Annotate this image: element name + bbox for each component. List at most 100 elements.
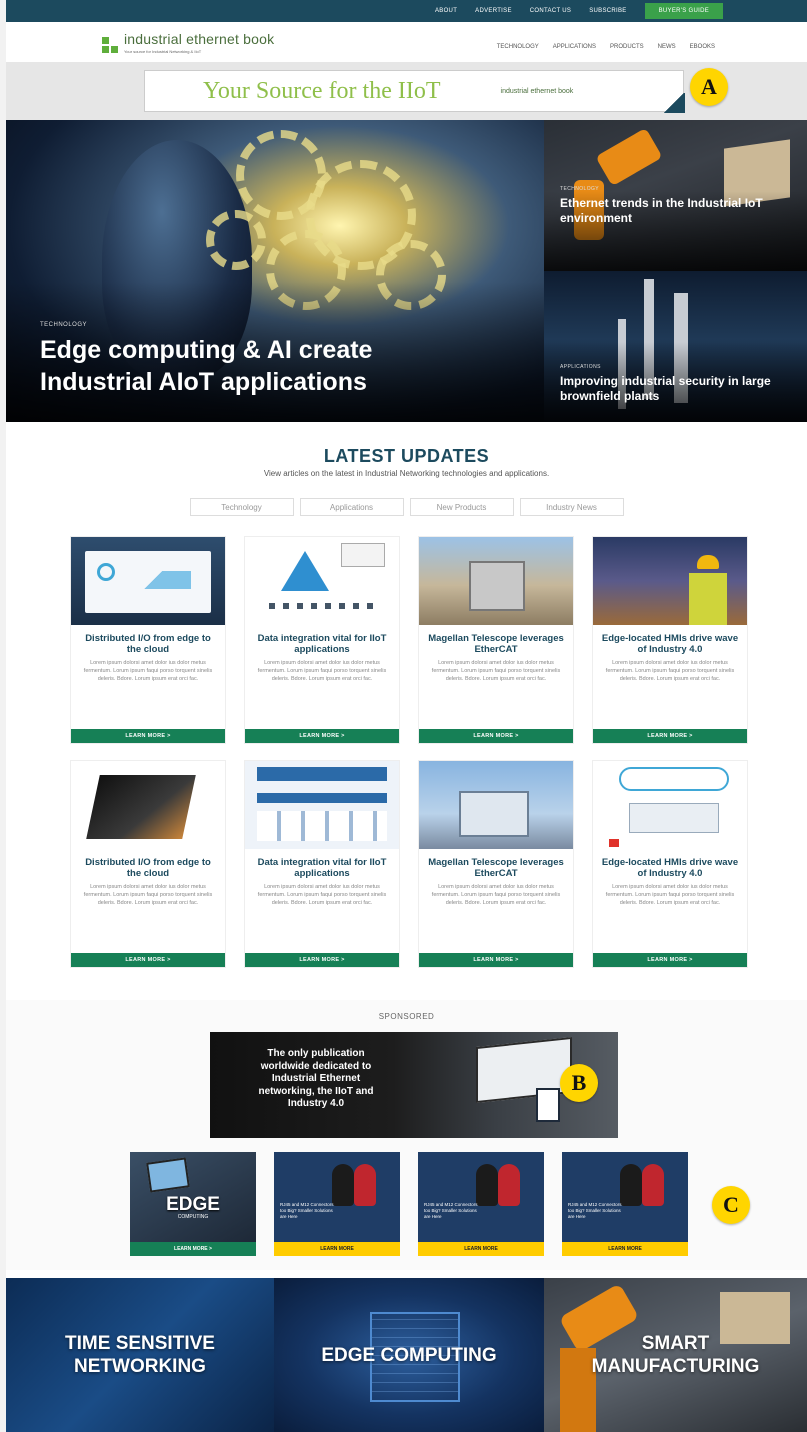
- ad-band: Your Source for the IIoT industrial ethe…: [6, 62, 807, 120]
- topbar-link-subscribe[interactable]: SUBSCRIBE: [589, 8, 626, 14]
- annotation-badge-a: A: [690, 68, 728, 106]
- nav-applications[interactable]: APPLICATIONS: [553, 44, 596, 50]
- sponsored-tile-connectors[interactable]: RJ45 and M12 Connectors too Big? Smaller…: [274, 1152, 400, 1256]
- annotation-badge-c: C: [712, 1186, 750, 1224]
- topic-tiles: TIME SENSITIVE NETWORKING EDGE COMPUTING …: [6, 1278, 807, 1432]
- tablet-image: [536, 1088, 560, 1122]
- category-filter-tabs: Technology Applications New Products Ind…: [6, 498, 807, 516]
- article-card[interactable]: Distributed I/O from edge to the cloud L…: [70, 536, 226, 744]
- sponsored-label: SPONSORED: [378, 1012, 435, 1021]
- topic-tile-smart-manufacturing[interactable]: SMART MANUFACTURING: [544, 1278, 807, 1432]
- learn-more-button[interactable]: LEARN MORE >: [130, 1242, 256, 1256]
- lab-thumbnail: [419, 761, 573, 849]
- hero-side-article-2[interactable]: APPLICATIONS Improving industrial securi…: [544, 271, 807, 422]
- hero-main-title[interactable]: Edge computing & AI create Industrial AI…: [40, 334, 440, 398]
- hero-side-category-2: APPLICATIONS: [560, 364, 601, 370]
- filter-applications[interactable]: Applications: [299, 498, 404, 516]
- article-card[interactable]: Edge-located HMIs drive wave of Industry…: [592, 760, 748, 968]
- cloud-diagram-thumbnail: [593, 761, 747, 849]
- nav-news[interactable]: NEWS: [658, 44, 676, 50]
- nav-products[interactable]: PRODUCTS: [610, 44, 644, 50]
- figure-image: [620, 1164, 642, 1206]
- learn-more-button[interactable]: LEARN MORE >: [71, 729, 225, 743]
- card-body: Lorem ipsum dolorsi amet dolor ius dolor…: [257, 884, 387, 906]
- site-header: industrial ethernet book Your source for…: [6, 22, 807, 62]
- learn-more-button[interactable]: LEARN MORE >: [71, 953, 225, 967]
- tile-big-text: EDGE: [166, 1194, 220, 1215]
- sponsored-tile-edge[interactable]: EDGE COMPUTING LEARN MORE >: [130, 1152, 256, 1256]
- buyers-guide-button[interactable]: BUYER'S GUIDE: [644, 3, 723, 19]
- learn-more-button[interactable]: LEARN MORE: [274, 1242, 400, 1256]
- site-logo[interactable]: industrial ethernet book Your source for…: [102, 31, 274, 54]
- topbar-link-contact[interactable]: CONTACT US: [530, 8, 571, 14]
- card-title[interactable]: Distributed I/O from edge to the cloud: [71, 633, 225, 655]
- network-diagram-thumbnail: [245, 537, 399, 625]
- ad-logo: industrial ethernet book: [500, 87, 574, 95]
- learn-more-button[interactable]: LEARN MORE >: [245, 729, 399, 743]
- sponsored-tiles: EDGE COMPUTING LEARN MORE > RJ45 and M12…: [130, 1152, 688, 1256]
- sponsored-banner[interactable]: The only publication worldwide dedicated…: [210, 1032, 618, 1138]
- io-module-thumbnail: [71, 761, 225, 849]
- latest-subtitle: View articles on the latest in Industria…: [263, 469, 550, 478]
- card-title[interactable]: Distributed I/O from edge to the cloud: [71, 857, 225, 879]
- card-title[interactable]: Magellan Telescope leverages EtherCAT: [419, 633, 573, 655]
- article-grid-row-2: Distributed I/O from edge to the cloud L…: [70, 760, 750, 968]
- hmi-worker-thumbnail: [593, 537, 747, 625]
- article-card[interactable]: Magellan Telescope leverages EtherCAT Lo…: [418, 760, 574, 968]
- tile-caption: RJ45 and M12 Connectors too Big? Smaller…: [280, 1202, 334, 1219]
- learn-more-button[interactable]: LEARN MORE >: [593, 953, 747, 967]
- filter-technology[interactable]: Technology: [189, 498, 294, 516]
- hero-main-category: TECHNOLOGY: [40, 322, 88, 328]
- filter-industry-news[interactable]: Industry News: [519, 498, 624, 516]
- hero-side-title-2[interactable]: Improving industrial security in large b…: [560, 374, 790, 404]
- hero-side-article-1[interactable]: TECHNOLOGY Ethernet trends in the Indust…: [544, 120, 807, 271]
- hero-side-title-1[interactable]: Ethernet trends in the Industrial IoT en…: [560, 196, 790, 226]
- hero-main-article[interactable]: TECHNOLOGY Edge computing & AI create In…: [6, 120, 544, 422]
- learn-more-button[interactable]: LEARN MORE >: [593, 729, 747, 743]
- topic-tile-tsn[interactable]: TIME SENSITIVE NETWORKING: [6, 1278, 274, 1432]
- nav-technology[interactable]: TECHNOLOGY: [497, 44, 539, 50]
- main-nav: TECHNOLOGY APPLICATIONS PRODUCTS NEWS EB…: [497, 44, 715, 50]
- article-card[interactable]: Data integration vital for IIoT applicat…: [244, 536, 400, 744]
- topbar-link-about[interactable]: ABOUT: [435, 8, 457, 14]
- dashboard-thumbnail: [71, 537, 225, 625]
- card-body: Lorem ipsum dolorsi amet dolor ius dolor…: [257, 660, 387, 682]
- topic-tile-edge-computing[interactable]: EDGE COMPUTING: [274, 1278, 544, 1432]
- learn-more-button[interactable]: LEARN MORE >: [419, 729, 573, 743]
- topic-tile-line1: TIME SENSITIVE: [65, 1333, 215, 1354]
- article-card[interactable]: Distributed I/O from edge to the cloud L…: [70, 760, 226, 968]
- learn-more-button[interactable]: LEARN MORE >: [245, 953, 399, 967]
- tablet-image: [146, 1157, 190, 1193]
- article-card[interactable]: Data integration vital for IIoT applicat…: [244, 760, 400, 968]
- card-title[interactable]: Edge-located HMIs drive wave of Industry…: [593, 633, 747, 655]
- topic-tile-line1: EDGE COMPUTING: [321, 1344, 497, 1366]
- nav-ebooks[interactable]: EBOOKS: [690, 44, 715, 50]
- card-title[interactable]: Data integration vital for IIoT applicat…: [245, 857, 399, 879]
- card-body: Lorem ipsum dolorsi amet dolor ius dolor…: [83, 660, 213, 682]
- latest-heading: LATEST UPDATES: [323, 446, 490, 466]
- card-body: Lorem ipsum dolorsi amet dolor ius dolor…: [605, 884, 735, 906]
- topbar-link-advertise[interactable]: ADVERTISE: [475, 8, 512, 14]
- card-title[interactable]: Data integration vital for IIoT applicat…: [245, 633, 399, 655]
- sponsored-tile-connectors[interactable]: RJ45 and M12 Connectors too Big? Smaller…: [562, 1152, 688, 1256]
- sponsored-tile-connectors[interactable]: RJ45 and M12 Connectors too Big? Smaller…: [418, 1152, 544, 1256]
- card-body: Lorem ipsum dolorsi amet dolor ius dolor…: [605, 660, 735, 682]
- learn-more-button[interactable]: LEARN MORE: [562, 1242, 688, 1256]
- topic-tile-line2: MANUFACTURING: [591, 1356, 760, 1377]
- card-title[interactable]: Edge-located HMIs drive wave of Industry…: [593, 857, 747, 879]
- gear-icon: [206, 210, 266, 270]
- ad-tagline: Your Source for the IIoT: [203, 77, 441, 104]
- leaderboard-ad[interactable]: Your Source for the IIoT industrial ethe…: [144, 70, 685, 113]
- learn-more-button[interactable]: LEARN MORE: [418, 1242, 544, 1256]
- robot-arm-image: [595, 127, 663, 187]
- learn-more-button[interactable]: LEARN MORE >: [419, 953, 573, 967]
- article-card[interactable]: Edge-located HMIs drive wave of Industry…: [592, 536, 748, 744]
- article-card[interactable]: Magellan Telescope leverages EtherCAT Lo…: [418, 536, 574, 744]
- sponsored-banner-text: The only publication worldwide dedicated…: [258, 1048, 374, 1109]
- filter-new-products[interactable]: New Products: [409, 498, 514, 516]
- card-title[interactable]: Magellan Telescope leverages EtherCAT: [419, 857, 573, 879]
- hero-side-category-1: TECHNOLOGY: [560, 186, 600, 192]
- logo-text: industrial ethernet book: [124, 30, 275, 47]
- logo-tagline: Your source for Industrial Networking & …: [124, 48, 202, 54]
- article-grid-row-1: Distributed I/O from edge to the cloud L…: [70, 536, 750, 744]
